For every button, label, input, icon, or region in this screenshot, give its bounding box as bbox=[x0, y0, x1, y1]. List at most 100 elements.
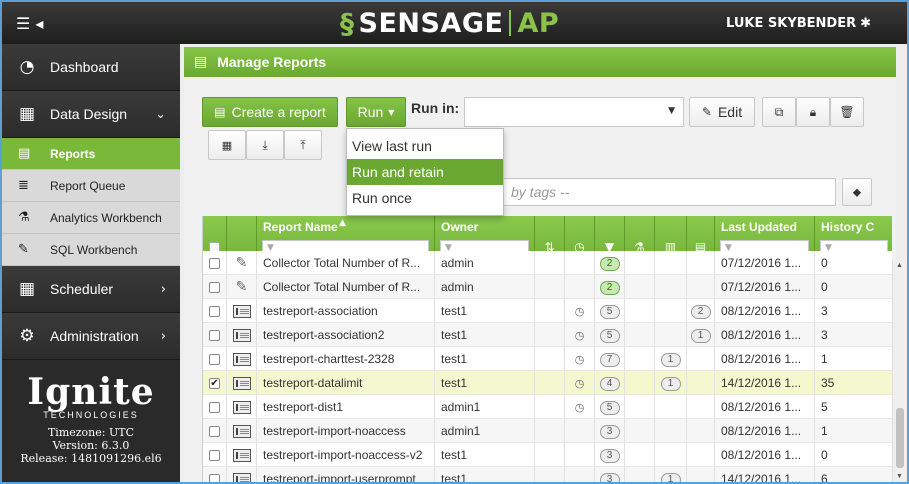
report-name-cell[interactable]: testreport-import-userprompt bbox=[257, 467, 435, 482]
count-badge[interactable]: 1 bbox=[660, 376, 681, 391]
count-badge[interactable]: 7 bbox=[599, 352, 620, 367]
sidebar-item-administration[interactable]: ⚙ Administration › bbox=[2, 313, 180, 360]
chart-cell[interactable] bbox=[655, 251, 687, 275]
count-badge[interactable]: 3 bbox=[599, 448, 620, 463]
count-badge[interactable]: 5 bbox=[599, 304, 620, 319]
report-name-cell[interactable]: testreport-datalimit bbox=[257, 371, 435, 395]
table-row[interactable]: testreport-import-noaccess admin1 3 08/12/2… bbox=[203, 419, 892, 443]
row-checkbox[interactable] bbox=[209, 474, 220, 482]
report-name-cell[interactable]: testreport-import-noaccess bbox=[257, 419, 435, 443]
report-name-cell[interactable]: testreport-import-noaccess-v2 bbox=[257, 443, 435, 467]
tags-search-input[interactable]: by tags -- bbox=[484, 178, 836, 206]
count-badge[interactable]: 1 bbox=[690, 328, 711, 343]
scroll-down-icon[interactable]: ▼ bbox=[896, 473, 903, 480]
row-select-cell[interactable] bbox=[203, 419, 227, 443]
run-in-select[interactable]: ▼ bbox=[464, 97, 684, 127]
sidebar-item-data-design[interactable]: ▦ Data Design ⌄ bbox=[2, 91, 180, 138]
row-select-cell[interactable] bbox=[203, 443, 227, 467]
sidebar-item-sql-workbench[interactable]: ✎ SQL Workbench bbox=[2, 234, 180, 266]
doc-cell[interactable] bbox=[687, 251, 715, 275]
table-row[interactable]: ✎ Collector Total Number of R... admin 2 07/… bbox=[203, 251, 892, 275]
count-badge[interactable]: 2 bbox=[599, 280, 620, 295]
menu-item-run-and-retain[interactable]: Run and retain bbox=[347, 159, 503, 185]
doc-cell[interactable] bbox=[687, 347, 715, 371]
row-checkbox[interactable] bbox=[209, 306, 220, 318]
run-button[interactable]: Run ▼ bbox=[346, 97, 406, 127]
table-row[interactable]: testreport-association test1 ◷ 5 2 08/12/2016… bbox=[203, 299, 892, 323]
row-select-cell[interactable] bbox=[203, 299, 227, 323]
sidebar-item-report-queue[interactable]: ≣ Report Queue bbox=[2, 170, 180, 202]
runs-cell[interactable]: 7 bbox=[595, 347, 625, 371]
count-badge[interactable]: 3 bbox=[599, 472, 620, 482]
row-select-cell[interactable]: ✔ bbox=[203, 371, 227, 395]
scrollbar-thumb[interactable] bbox=[896, 408, 904, 468]
count-badge[interactable]: 1 bbox=[660, 352, 681, 367]
table-row[interactable]: testreport-import-userprompt test1 3 1 14/12… bbox=[203, 467, 892, 482]
doc-cell[interactable] bbox=[687, 443, 715, 467]
row-select-cell[interactable] bbox=[203, 395, 227, 419]
row-select-cell[interactable] bbox=[203, 251, 227, 275]
row-checkbox[interactable] bbox=[209, 258, 220, 270]
sidebar-item-analytics-workbench[interactable]: ⚗ Analytics Workbench bbox=[2, 202, 180, 234]
row-checkbox[interactable]: ✔ bbox=[209, 378, 220, 390]
delete-button[interactable]: 🗑︎ bbox=[830, 97, 864, 127]
download-button[interactable]: ⤓ bbox=[246, 130, 284, 160]
row-checkbox[interactable] bbox=[209, 402, 220, 414]
calendar-button[interactable]: ▦ bbox=[208, 130, 246, 160]
doc-cell[interactable] bbox=[687, 419, 715, 443]
doc-cell[interactable] bbox=[687, 275, 715, 299]
chart-cell[interactable] bbox=[655, 323, 687, 347]
row-select-cell[interactable] bbox=[203, 467, 227, 482]
table-row[interactable]: ✔ testreport-datalimit test1 ◷ 4 1 14/12/2016 … bbox=[203, 371, 892, 395]
sidebar-item-reports[interactable]: ▤ Reports bbox=[2, 138, 180, 170]
report-name-cell[interactable]: Collector Total Number of R... bbox=[257, 251, 435, 275]
table-row[interactable]: ✎ Collector Total Number of R... admin 2 07/… bbox=[203, 275, 892, 299]
runs-cell[interactable]: 3 bbox=[595, 419, 625, 443]
row-checkbox[interactable] bbox=[209, 354, 220, 366]
runs-cell[interactable]: 2 bbox=[595, 251, 625, 275]
lock-button[interactable]: 🔒︎ bbox=[796, 97, 830, 127]
count-badge[interactable]: 1 bbox=[660, 472, 681, 482]
doc-cell[interactable] bbox=[687, 467, 715, 482]
report-name-cell[interactable]: testreport-charttest-2328 bbox=[257, 347, 435, 371]
count-badge[interactable]: 5 bbox=[599, 400, 620, 415]
table-row[interactable]: testreport-dist1 admin1 ◷ 5 08/12/2016 1... 5 bbox=[203, 395, 892, 419]
report-name-cell[interactable]: testreport-association2 bbox=[257, 323, 435, 347]
edit-button[interactable]: ✎ Edit bbox=[689, 97, 755, 127]
sidebar-item-scheduler[interactable]: ▦ Scheduler › bbox=[2, 266, 180, 313]
row-checkbox[interactable] bbox=[209, 330, 220, 342]
row-checkbox[interactable] bbox=[209, 282, 220, 294]
table-row[interactable]: testreport-association2 test1 ◷ 5 1 08/12/201… bbox=[203, 323, 892, 347]
row-select-cell[interactable] bbox=[203, 323, 227, 347]
row-checkbox[interactable] bbox=[209, 450, 220, 462]
row-checkbox[interactable] bbox=[209, 426, 220, 438]
table-row[interactable]: testreport-import-noaccess-v2 test1 3 08/12… bbox=[203, 443, 892, 467]
runs-cell[interactable]: 3 bbox=[595, 467, 625, 482]
copy-button[interactable]: ⧉ bbox=[762, 97, 796, 127]
doc-cell[interactable]: 1 bbox=[687, 323, 715, 347]
count-badge[interactable]: 2 bbox=[690, 304, 711, 319]
runs-cell[interactable]: 4 bbox=[595, 371, 625, 395]
chart-cell[interactable]: 1 bbox=[655, 347, 687, 371]
runs-cell[interactable]: 3 bbox=[595, 443, 625, 467]
create-report-button[interactable]: ▤ Create a report bbox=[202, 97, 338, 127]
row-select-cell[interactable] bbox=[203, 275, 227, 299]
chart-cell[interactable] bbox=[655, 443, 687, 467]
report-name-cell[interactable]: Collector Total Number of R... bbox=[257, 275, 435, 299]
scroll-up-icon[interactable]: ▲ bbox=[896, 262, 903, 269]
runs-cell[interactable]: 5 bbox=[595, 299, 625, 323]
count-badge[interactable]: 5 bbox=[599, 328, 620, 343]
chart-cell[interactable] bbox=[655, 395, 687, 419]
table-row[interactable]: testreport-charttest-2328 test1 ◷ 7 1 08/12/2… bbox=[203, 347, 892, 371]
upload-button[interactable]: ⤒ bbox=[284, 130, 322, 160]
gear-icon[interactable]: ✱ bbox=[860, 16, 871, 31]
doc-cell[interactable] bbox=[687, 371, 715, 395]
count-badge[interactable]: 4 bbox=[599, 376, 620, 391]
count-badge[interactable]: 2 bbox=[599, 256, 620, 271]
sidebar-item-dashboard[interactable]: ◔ Dashboard bbox=[2, 44, 180, 91]
runs-cell[interactable]: 2 bbox=[595, 275, 625, 299]
chart-cell[interactable] bbox=[655, 419, 687, 443]
menu-toggle-icon[interactable]: ☰ ◂ bbox=[16, 14, 43, 33]
count-badge[interactable]: 3 bbox=[599, 424, 620, 439]
runs-cell[interactable]: 5 bbox=[595, 395, 625, 419]
